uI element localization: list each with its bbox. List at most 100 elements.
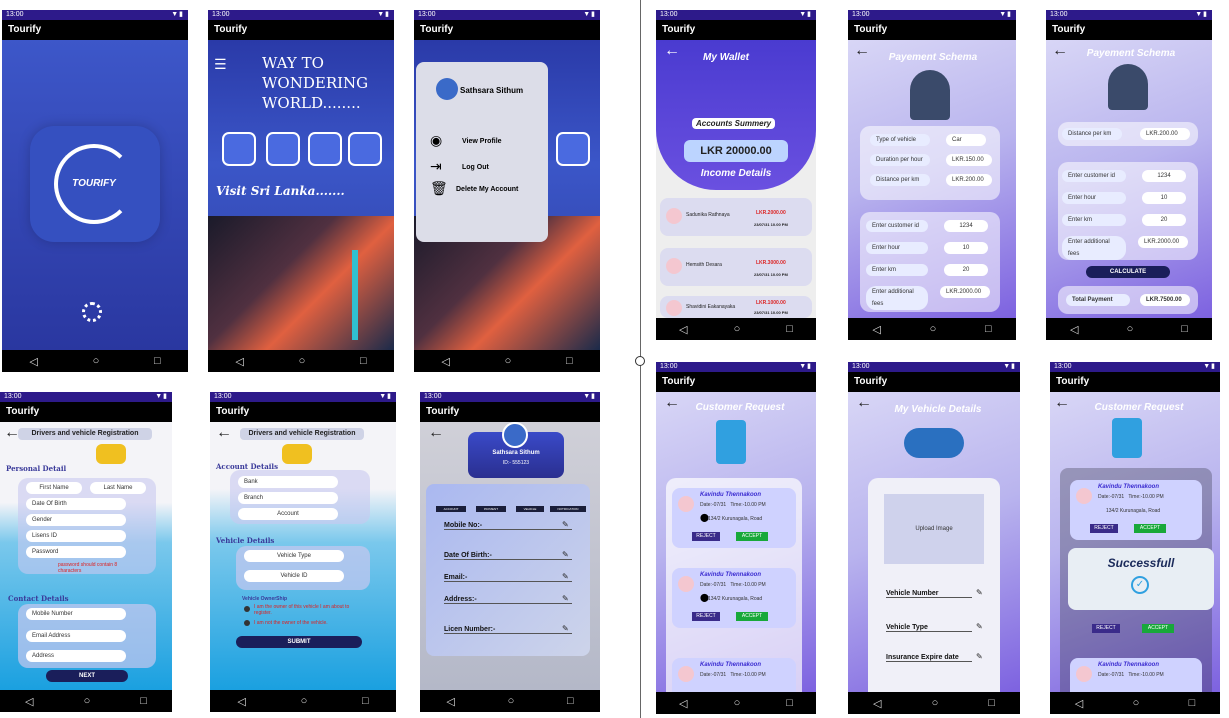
back-icon[interactable]: ←: [1054, 394, 1070, 412]
nav-home-icon[interactable]: ○: [932, 697, 939, 709]
nav-back-icon[interactable]: ◁: [873, 697, 881, 710]
menu-view-profile[interactable]: View Profile: [462, 138, 502, 145]
nav-recent-icon[interactable]: □: [786, 697, 793, 709]
back-icon[interactable]: ←: [216, 424, 232, 442]
nav-home-icon[interactable]: ○: [1133, 697, 1140, 709]
nav-home-icon[interactable]: ○: [299, 355, 306, 367]
menu-icon[interactable]: ☰: [214, 56, 227, 73]
nav-back-icon[interactable]: ◁: [1070, 323, 1078, 336]
accept-button[interactable]: ACCEPT: [1134, 524, 1166, 533]
reject-button[interactable]: REJECT: [692, 612, 720, 621]
vehicle-id-field[interactable]: Vehicle ID: [244, 570, 344, 582]
back-icon[interactable]: ←: [428, 424, 444, 442]
edit-icon[interactable]: ✎: [976, 588, 983, 597]
bank-field[interactable]: Bank: [238, 476, 338, 488]
nav-recent-icon[interactable]: □: [1189, 697, 1196, 709]
edit-icon[interactable]: ✎: [976, 652, 983, 661]
nav-recent-icon[interactable]: □: [154, 355, 161, 367]
nav-home-icon[interactable]: ○: [84, 695, 91, 707]
tab-vehicle[interactable]: VEHICLE: [516, 506, 544, 512]
calc-input[interactable]: 1234: [944, 220, 988, 232]
nav-back-icon[interactable]: ◁: [872, 323, 880, 336]
nav-home-icon[interactable]: ○: [930, 323, 937, 335]
nav-back-icon[interactable]: ◁: [235, 355, 243, 368]
calc-input[interactable]: LKR.2000.00: [940, 286, 990, 298]
tab-account[interactable]: ACCOUNT: [436, 506, 466, 512]
nav-home-icon[interactable]: ○: [508, 695, 515, 707]
driver-icon[interactable]: [348, 132, 382, 166]
owner-yes-radio[interactable]: [244, 606, 250, 612]
nav-recent-icon[interactable]: □: [362, 695, 369, 707]
calc-input[interactable]: 10: [1142, 192, 1186, 204]
next-button[interactable]: NEXT: [46, 670, 128, 682]
address-field[interactable]: Address: [26, 650, 126, 662]
nav-recent-icon[interactable]: □: [140, 695, 147, 707]
nav-home-icon[interactable]: ○: [734, 697, 741, 709]
nav-home-icon[interactable]: ○: [1127, 323, 1134, 335]
nav-back-icon[interactable]: ◁: [25, 695, 33, 708]
edit-icon[interactable]: ✎: [562, 624, 569, 633]
nav-recent-icon[interactable]: □: [566, 355, 573, 367]
nav-recent-icon[interactable]: □: [988, 697, 995, 709]
calc-input[interactable]: 10: [944, 242, 988, 254]
menu-log-out[interactable]: Log Out: [462, 164, 489, 171]
calc-input[interactable]: 20: [1142, 214, 1186, 226]
nav-home-icon[interactable]: ○: [301, 695, 308, 707]
nav-back-icon[interactable]: ◁: [1075, 697, 1083, 710]
account-field[interactable]: Account: [238, 508, 338, 520]
nav-back-icon[interactable]: ◁: [679, 697, 687, 710]
nav-back-icon[interactable]: ◁: [29, 355, 37, 368]
nav-back-icon[interactable]: ◁: [446, 695, 454, 708]
driver-icon[interactable]: [556, 132, 590, 166]
first-name-field[interactable]: First Name: [26, 482, 82, 494]
password-field[interactable]: Password: [26, 546, 126, 558]
nav-home-icon[interactable]: ○: [734, 323, 741, 335]
menu-delete-account[interactable]: Delete My Account: [456, 186, 518, 193]
edit-icon[interactable]: ✎: [562, 594, 569, 603]
shop-icon[interactable]: [308, 132, 342, 166]
back-icon[interactable]: ←: [854, 42, 870, 60]
calc-input[interactable]: 1234: [1142, 170, 1186, 182]
nav-recent-icon[interactable]: □: [360, 355, 367, 367]
nav-recent-icon[interactable]: □: [1181, 323, 1188, 335]
nav-recent-icon[interactable]: □: [985, 323, 992, 335]
vehicle-type-field[interactable]: Vehicle Type: [244, 550, 344, 562]
reject-button[interactable]: REJECT: [692, 532, 720, 541]
nav-home-icon[interactable]: ○: [93, 355, 100, 367]
back-icon[interactable]: ←: [664, 42, 680, 60]
last-name-field[interactable]: Last Name: [90, 482, 146, 494]
guide-icon[interactable]: [266, 132, 300, 166]
accept-button[interactable]: ACCEPT: [736, 612, 768, 621]
reject-button[interactable]: REJECT: [1092, 624, 1120, 633]
dob-field[interactable]: Date Of Birth: [26, 498, 126, 510]
edit-icon[interactable]: ✎: [562, 550, 569, 559]
email-field[interactable]: Email Address: [26, 630, 126, 642]
reject-button[interactable]: REJECT: [1090, 524, 1118, 533]
accept-button[interactable]: ACCEPT: [1142, 624, 1174, 633]
edit-icon[interactable]: ✎: [562, 572, 569, 581]
back-icon[interactable]: ←: [664, 394, 680, 412]
submit-button[interactable]: SUBMIT: [236, 636, 362, 648]
edit-icon[interactable]: ✎: [562, 520, 569, 529]
accept-button[interactable]: ACCEPT: [736, 532, 768, 541]
nav-back-icon[interactable]: ◁: [679, 323, 687, 336]
nav-home-icon[interactable]: ○: [505, 355, 512, 367]
back-icon[interactable]: ←: [1052, 42, 1068, 60]
nav-back-icon[interactable]: ◁: [237, 695, 245, 708]
hotel-icon[interactable]: [222, 132, 256, 166]
license-field[interactable]: Lisens ID: [26, 530, 126, 542]
edit-icon[interactable]: ✎: [976, 622, 983, 631]
owner-no-radio[interactable]: [244, 620, 250, 626]
gender-field[interactable]: Gender: [26, 514, 126, 526]
calculate-button[interactable]: CALCULATE: [1086, 266, 1170, 278]
nav-recent-icon[interactable]: □: [786, 323, 793, 335]
calc-input[interactable]: LKR.2000.00: [1138, 236, 1188, 248]
tab-payment[interactable]: PAYMENT: [476, 506, 506, 512]
nav-back-icon[interactable]: ◁: [441, 355, 449, 368]
calc-input[interactable]: 20: [944, 264, 988, 276]
branch-field[interactable]: Branch: [238, 492, 338, 504]
tab-notification[interactable]: NOTIFICATION: [550, 506, 586, 512]
mobile-field[interactable]: Mobile Number: [26, 608, 126, 620]
back-icon[interactable]: ←: [856, 394, 872, 412]
nav-recent-icon[interactable]: □: [567, 695, 574, 707]
